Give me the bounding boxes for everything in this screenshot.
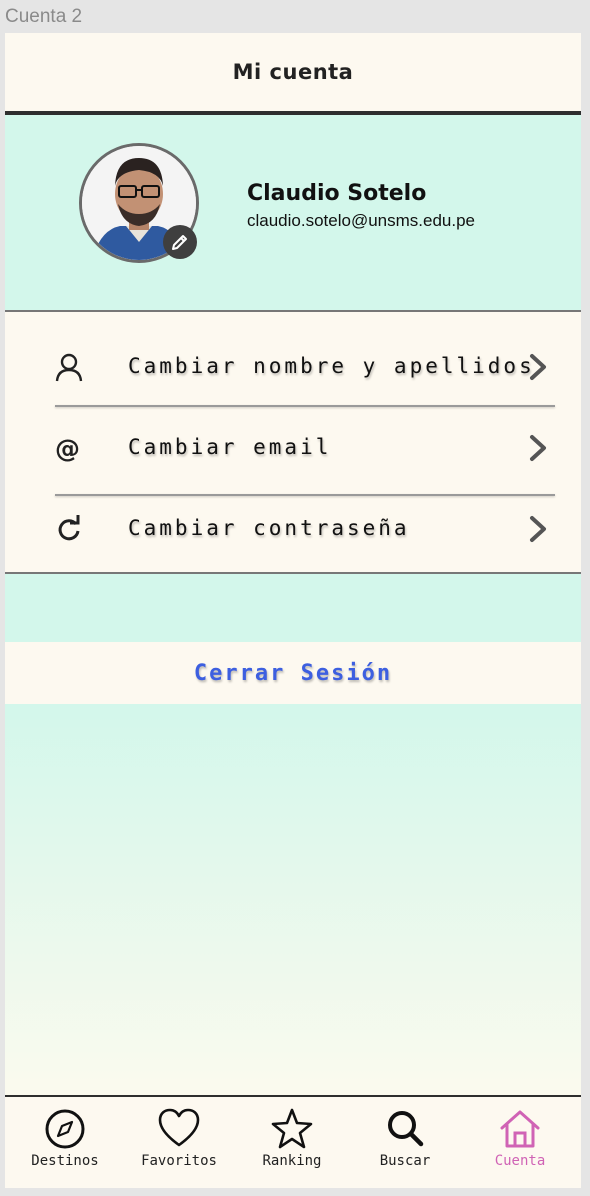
- tab-buscar[interactable]: Buscar: [355, 1107, 455, 1187]
- menu-item-change-email[interactable]: @ Cambiar email: [54, 409, 554, 489]
- frame-label: Cuenta 2: [5, 6, 83, 27]
- refresh-icon: [58, 515, 80, 541]
- menu-item-change-name[interactable]: Cambiar nombre y apellidos: [54, 328, 554, 408]
- chevron-right-icon: [530, 354, 546, 380]
- account-screen: Mi cuenta Claudio Sotelo claudio.sotelo@…: [5, 33, 581, 1188]
- home-icon: [500, 1110, 540, 1148]
- profile-section: Claudio Sotelo claudio.sotelo@unsms.edu.…: [5, 115, 581, 312]
- search-icon: [388, 1111, 424, 1147]
- svg-text:@: @: [55, 434, 80, 463]
- tab-label: Destinos: [31, 1153, 99, 1169]
- tab-label: Buscar: [379, 1153, 431, 1169]
- heart-icon: [158, 1108, 200, 1147]
- menu-item-change-password[interactable]: Cambiar contraseña: [54, 490, 554, 570]
- tab-destinos[interactable]: Destinos: [15, 1107, 115, 1187]
- header: Mi cuenta: [5, 33, 581, 115]
- menu-item-label: Cambiar contraseña: [128, 516, 410, 540]
- menu-item-label: Cambiar nombre y apellidos: [128, 354, 535, 378]
- star-icon: [271, 1108, 313, 1149]
- user-name: Claudio Sotelo: [247, 181, 427, 206]
- pencil-icon: [172, 235, 187, 250]
- avatar-wrap: [79, 143, 199, 263]
- divider: [55, 405, 555, 407]
- tab-favoritos[interactable]: Favoritos: [129, 1107, 229, 1187]
- logout-button[interactable]: Cerrar Sesión: [5, 642, 581, 704]
- compass-icon: [45, 1109, 85, 1149]
- tab-label: Favoritos: [141, 1153, 217, 1169]
- tab-ranking[interactable]: Ranking: [242, 1107, 342, 1187]
- at-icon: @: [55, 434, 80, 463]
- user-icon: [55, 353, 83, 382]
- menu-item-label: Cambiar email: [128, 435, 332, 459]
- spacer: [5, 574, 581, 642]
- chevron-right-icon: [530, 435, 546, 461]
- user-email: claudio.sotelo@unsms.edu.pe: [247, 211, 476, 230]
- tab-label: Cuenta: [494, 1153, 546, 1169]
- page-title: Mi cuenta: [232, 60, 354, 84]
- tab-label: Ranking: [262, 1153, 322, 1169]
- edit-avatar-button[interactable]: [163, 225, 197, 259]
- tab-cuenta[interactable]: Cuenta: [470, 1107, 570, 1187]
- logout-label: Cerrar Sesión: [193, 660, 393, 686]
- chevron-right-icon: [530, 516, 546, 542]
- account-menu: Cambiar nombre y apellidos @ Cambiar ema…: [5, 312, 581, 574]
- tab-bar: Destinos Favoritos Ranking Buscar Cuenta: [5, 1095, 581, 1188]
- background-fill: [5, 704, 581, 1095]
